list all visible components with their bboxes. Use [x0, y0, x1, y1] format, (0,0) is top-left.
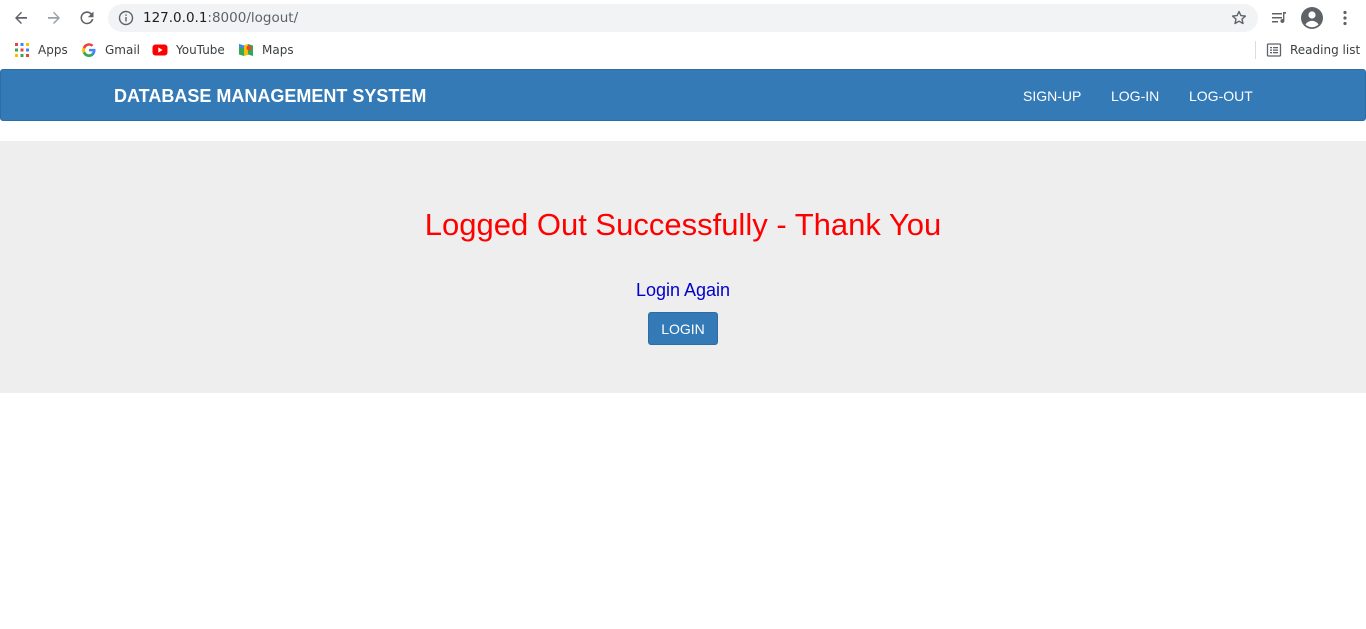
nav-link-signup[interactable]: SIGN-UP [1023, 88, 1081, 104]
url-host: 127.0.0.1 [143, 10, 208, 26]
bookmark-label: Apps [38, 43, 68, 57]
bookmark-maps[interactable]: Maps [238, 41, 294, 59]
bookmark-youtube[interactable]: YouTube [152, 41, 225, 59]
logout-panel: Logged Out Successfully - Thank You Logi… [0, 141, 1366, 393]
bookmark-star-icon[interactable] [1230, 9, 1248, 27]
reading-list-icon [1266, 42, 1282, 58]
apps-grid-icon [14, 42, 30, 58]
bookmark-label: Gmail [105, 43, 141, 57]
bookmark-label: YouTube [176, 43, 225, 57]
info-icon[interactable] [118, 10, 134, 26]
menu-dots-icon[interactable] [1333, 6, 1357, 30]
reading-list[interactable]: Reading list [1266, 41, 1360, 59]
media-control-icon[interactable] [1267, 6, 1291, 30]
google-icon [81, 42, 97, 58]
url-path: :8000/logout/ [207, 10, 299, 26]
back-icon[interactable] [9, 6, 33, 30]
bookmark-apps[interactable]: Apps [14, 41, 68, 59]
nav-link-login[interactable]: LOG-IN [1111, 88, 1159, 104]
reload-icon[interactable] [75, 6, 99, 30]
bookmarks-divider [1255, 41, 1256, 59]
youtube-icon [152, 42, 168, 58]
profile-avatar-icon[interactable] [1300, 6, 1324, 30]
login-button[interactable]: LOGIN [648, 312, 718, 345]
logout-message: Logged Out Successfully - Thank You [424, 207, 942, 242]
bookmark-label: Maps [262, 43, 294, 57]
bookmarks-bar: Apps Gmail YouTube Maps Reading list [0, 36, 1366, 64]
login-again-text: Login Again [635, 280, 731, 300]
navbar: DATABASE MANAGEMENT SYSTEM SIGN-UP LOG-I… [0, 69, 1366, 121]
maps-icon [238, 42, 254, 58]
address-bar[interactable]: 127.0.0.1:8000/logout/ [108, 4, 1258, 32]
url-text[interactable]: 127.0.0.1:8000/logout/ [143, 10, 298, 26]
navbar-brand[interactable]: DATABASE MANAGEMENT SYSTEM [114, 86, 426, 107]
nav-link-logout[interactable]: LOG-OUT [1189, 88, 1253, 104]
forward-icon[interactable] [42, 6, 66, 30]
reading-list-label: Reading list [1290, 43, 1361, 57]
browser-toolbar: 127.0.0.1:8000/logout/ [0, 0, 1366, 36]
bookmark-gmail[interactable]: Gmail [81, 41, 140, 59]
